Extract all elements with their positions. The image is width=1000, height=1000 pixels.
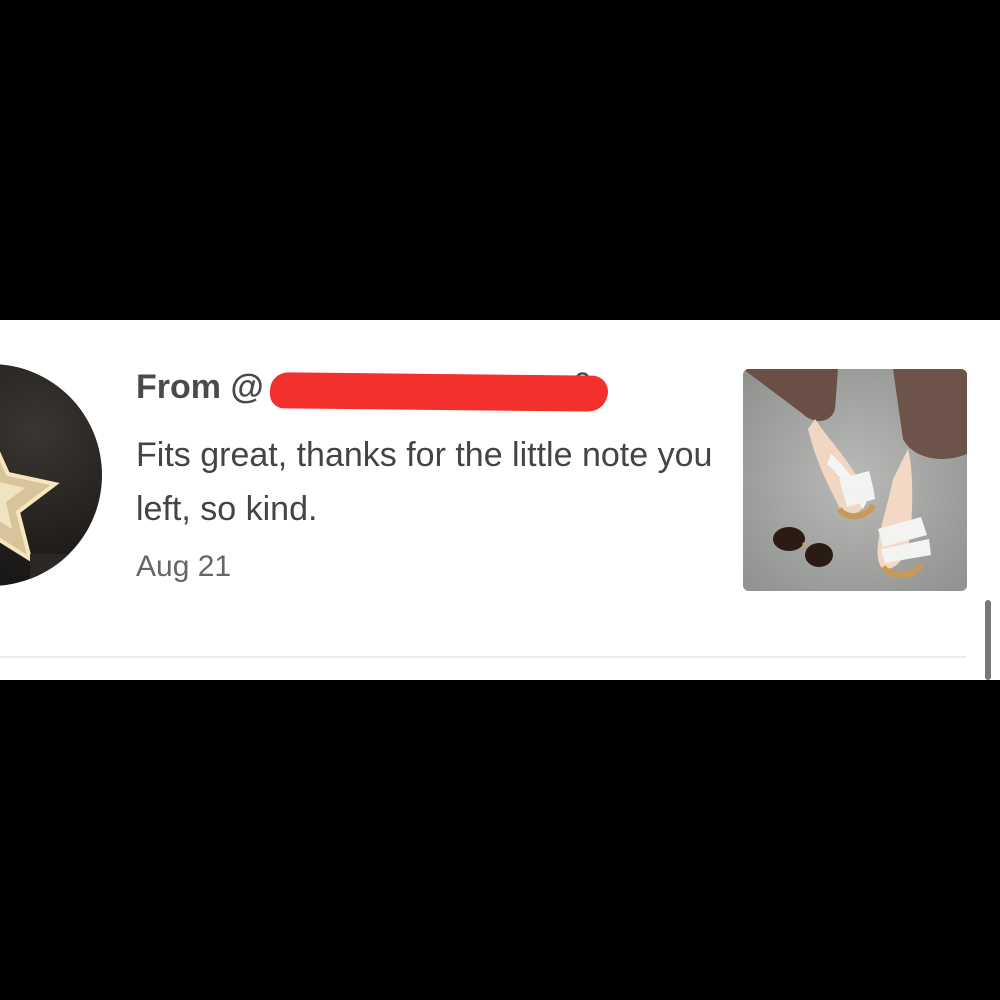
review-divider bbox=[0, 656, 966, 658]
reviewer-avatar[interactable] bbox=[0, 364, 102, 586]
review-text: Fits great, thanks for the little note y… bbox=[136, 436, 713, 528]
star-avatar-image bbox=[0, 451, 102, 586]
scrollbar[interactable] bbox=[985, 600, 991, 680]
review-card: From @ oo0 Fits great, thanks for the li… bbox=[0, 320, 1000, 680]
review-photo[interactable] bbox=[743, 369, 967, 591]
from-label: From @ bbox=[136, 368, 264, 406]
redaction-mark bbox=[269, 372, 609, 412]
review-date: Aug 21 bbox=[136, 550, 232, 583]
review-author: From @ bbox=[136, 368, 264, 407]
review-photo-sandals bbox=[743, 369, 967, 591]
